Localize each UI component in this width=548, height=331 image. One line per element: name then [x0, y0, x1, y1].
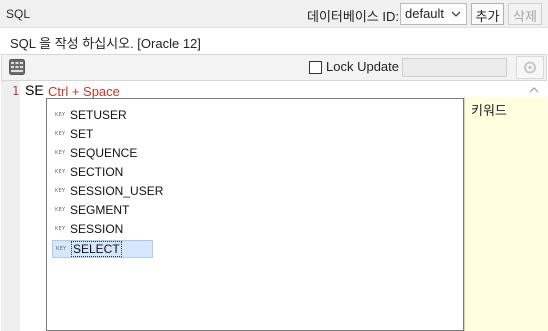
sql-editor-panel: SQL 데이터베이스 ID: default 추가 삭제 SQL 을 작성 하십… — [0, 0, 548, 331]
keyword-icon: KEY — [55, 131, 66, 137]
keyword-icon: KEY — [55, 112, 66, 118]
autocomplete-hint: Ctrl + Space — [48, 84, 120, 99]
delete-button[interactable]: 삭제 — [508, 3, 542, 25]
sql-format-icon[interactable] — [9, 59, 25, 75]
keyword-icon: KEY — [55, 226, 66, 232]
description-text: 키워드 — [471, 103, 507, 118]
panel-title: SQL — [6, 7, 31, 21]
list-item[interactable]: KEY SESSION — [52, 221, 154, 239]
scroll-up-icon[interactable] — [529, 86, 539, 94]
keyword-icon: KEY — [55, 207, 66, 213]
lock-update-field — [402, 58, 507, 77]
keyword-icon: KEY — [55, 188, 66, 194]
database-id-value: default — [405, 6, 445, 21]
list-item[interactable]: KEY SEGMENT — [52, 202, 154, 220]
keyword-icon: KEY — [56, 246, 67, 252]
line-number: 1 — [12, 84, 20, 98]
code-text: SE — [25, 82, 44, 98]
list-item[interactable]: KEY SETUSER — [52, 107, 154, 125]
list-item-label: SESSION_USER — [70, 184, 164, 198]
keyword-icon: KEY — [55, 150, 66, 156]
settings-icon — [524, 61, 536, 74]
list-item-label: SELECT — [71, 241, 122, 257]
autocomplete-description: 키워드 — [464, 97, 548, 331]
list-item-label: SETUSER — [70, 108, 127, 122]
add-button[interactable]: 추가 — [471, 3, 504, 25]
list-item-label: SET — [70, 127, 94, 141]
list-item[interactable]: KEY SET — [52, 126, 154, 144]
list-item-selected[interactable]: KEY SELECT — [52, 240, 153, 258]
autocomplete-list: KEY SETUSER KEY SET KEY SEQUENCE KEY SEC… — [46, 98, 464, 331]
list-item[interactable]: KEY SECTION — [52, 164, 154, 182]
list-item-label: SEGMENT — [70, 203, 130, 217]
instruction-text: SQL 을 작성 하십시오. [Oracle 12] — [10, 36, 201, 51]
line-gutter: 1 — [1, 81, 20, 331]
list-item[interactable]: KEY SEQUENCE — [52, 145, 154, 163]
toolbar-action-button[interactable] — [516, 56, 544, 79]
keyword-icon: KEY — [55, 169, 66, 175]
list-item-label: SESSION — [70, 222, 124, 236]
list-item-label: SEQUENCE — [70, 146, 138, 160]
list-item[interactable]: KEY SESSION_USER — [52, 183, 163, 201]
chevron-down-icon — [451, 11, 461, 17]
panel-header: SQL 데이터베이스 ID: default 추가 삭제 — [0, 0, 548, 28]
database-id-select[interactable]: default — [400, 3, 467, 25]
list-item-label: SECTION — [70, 165, 124, 179]
database-id-label: 데이터베이스 ID: — [307, 9, 399, 24]
lock-update-label: Lock Update — [326, 59, 399, 74]
lock-update-checkbox[interactable] — [309, 61, 322, 74]
editor-toolbar: Lock Update — [1, 54, 547, 81]
